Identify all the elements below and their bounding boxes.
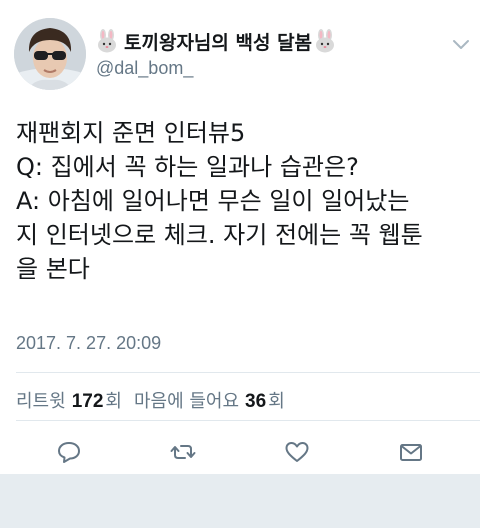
rabbit-face-icon [96, 29, 118, 53]
retweet-icon[interactable] [170, 440, 196, 464]
reply-icon[interactable] [56, 440, 82, 464]
retweets-count[interactable]: 172 [72, 391, 104, 413]
user-avatar[interactable] [14, 18, 86, 90]
tweet-card: 토끼왕자님의 백성 달봄 @dal_bom_ 재팬회지 준면 인터뷰5 Q: 집… [0, 0, 480, 474]
display-name: 토끼왕자님의 백성 달봄 [124, 31, 313, 54]
tweet-text: 재팬회지 준면 인터뷰5 Q: 집에서 꼭 하는 일과나 습관은? A: 아침에… [16, 119, 423, 283]
tweet-stats: 리트윗 172 회 마음에 들어요 36 회 [16, 387, 285, 413]
likes-count[interactable]: 36 [245, 391, 266, 413]
divider [16, 372, 480, 373]
retweets-label: 리트윗 [16, 391, 66, 412]
divider [16, 420, 480, 421]
retweets-unit: 회 [105, 391, 122, 412]
tweet-timestamp[interactable]: 2017. 7. 27. 20:09 [16, 333, 161, 354]
envelope-icon[interactable] [398, 440, 424, 464]
tweet-actions [0, 426, 480, 474]
chevron-down-icon[interactable] [452, 36, 470, 49]
likes-unit: 회 [268, 391, 285, 412]
user-handle[interactable]: @dal_bom_ [96, 58, 193, 79]
rabbit-face-icon [314, 29, 336, 53]
display-name-row[interactable]: 토끼왕자님의 백성 달봄 [96, 26, 336, 56]
heart-icon[interactable] [284, 440, 310, 464]
footer-background [0, 474, 480, 528]
likes-label: 마음에 들어요 [133, 391, 240, 412]
